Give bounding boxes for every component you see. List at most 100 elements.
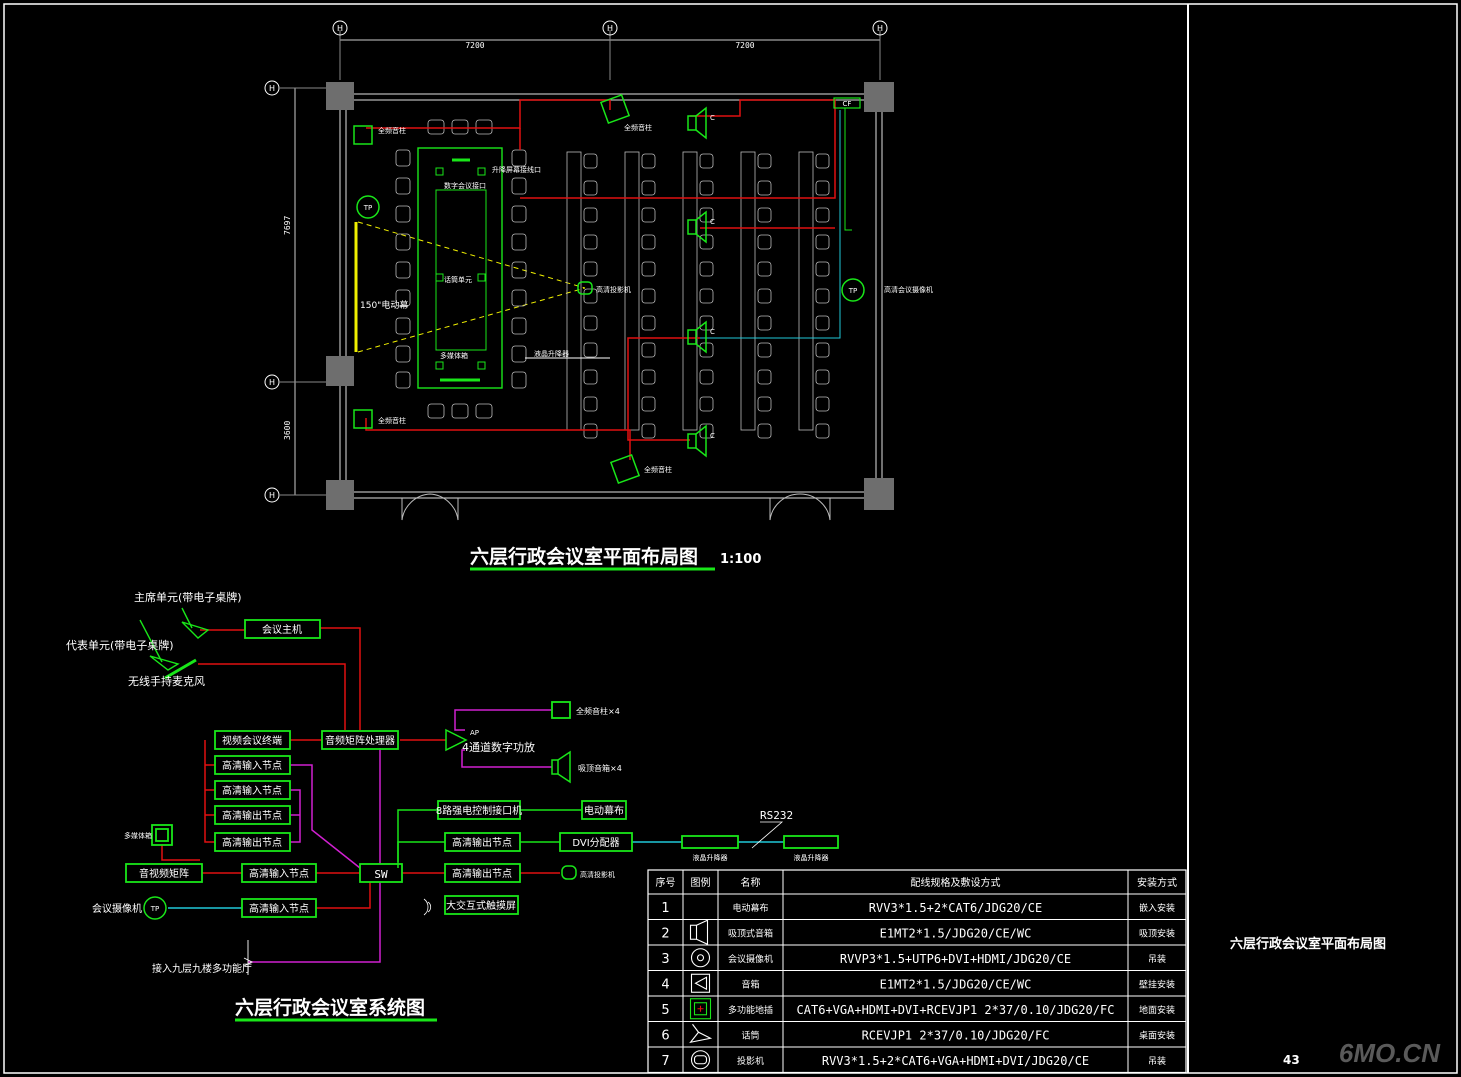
grid-label: H	[337, 24, 343, 33]
audio-matrix-label: 音频矩阵处理器	[325, 734, 395, 747]
floor-box-label: 多媒体箱	[124, 831, 152, 840]
legend-row-install: 地面安装	[1139, 1004, 1175, 1016]
dim-text: 7200	[465, 41, 484, 50]
wireless-icon	[423, 898, 432, 916]
legend-row-install: 壁挂安装	[1139, 978, 1175, 990]
ninth-floor-label: 接入九层九楼多功能厅	[152, 962, 252, 975]
speaker-label: 全频音柱	[624, 123, 652, 132]
legend-symbol-icon	[689, 1023, 713, 1044]
floor-plan-title: 六层行政会议室平面布局图	[470, 545, 698, 568]
dim-text: 7200	[735, 41, 754, 50]
table-inner	[435, 189, 487, 351]
speaker-label: 全频音柱	[644, 465, 672, 474]
legend-row-install: 吸顶安装	[1139, 927, 1175, 939]
hd-in-label: 高清输入节点	[249, 867, 309, 880]
svg-text:TP: TP	[848, 287, 858, 295]
dvi-split-label: DVI分配器	[572, 837, 619, 849]
legend-row-spec: RVV3*1.5+2*CAT6+VGA+HDMI+DVI/JDG20/CE	[822, 1054, 1089, 1068]
lcd-lift-label: 液晶升降器	[794, 853, 829, 862]
legend-row-spec: E1MT2*1.5/JDG20/CE/WC	[880, 926, 1032, 940]
svg-text:TP: TP	[363, 204, 373, 212]
grid-label: H	[269, 84, 275, 93]
cable-green	[844, 108, 852, 231]
grid-label: H	[269, 378, 275, 387]
legend-symbol-icon	[689, 919, 709, 946]
floor-box-label: 多媒体箱	[440, 351, 468, 360]
motor-screen-label: 电动幕布	[584, 804, 624, 817]
ceiling-speaker-label: 吸顶音箱×4	[578, 763, 622, 773]
hd-out-label: 高清输出节点	[222, 809, 282, 822]
wall-speaker-icon	[609, 453, 641, 485]
column	[864, 478, 894, 510]
legend-header: 名称	[741, 876, 761, 889]
legend-row-name: 音箱	[741, 978, 759, 990]
hd-in-label: 高清输入节点	[249, 902, 309, 915]
cf-label: CF	[843, 100, 852, 108]
legend-header: 图例	[691, 876, 711, 889]
legend-header: 安装方式	[1137, 876, 1177, 889]
speaker-label: 全频音柱	[378, 416, 406, 425]
audience-chairs	[583, 153, 830, 439]
camera-label: 高清会议摄像机	[884, 285, 933, 294]
projection-beam	[357, 287, 586, 353]
legend-symbol-icon	[690, 973, 711, 993]
legend-row-no: 7	[661, 1054, 669, 1069]
conf-host-label: 会议主机	[262, 623, 302, 636]
switch-label: SW	[374, 868, 388, 881]
legend-row-spec: RVVP3*1.5+UTP6+DVI+HDMI/JDG20/CE	[840, 952, 1071, 966]
legend-row-name: 电动幕布	[732, 902, 768, 914]
system-diagram: 主席单元(带电子桌牌) 代表单元(带电子桌牌) 无线手持麦克风 会议主机 音频矩…	[66, 590, 839, 1022]
legend-row-install: 吊装	[1148, 1055, 1166, 1067]
relay-label: 8路强电控制接口机	[436, 804, 522, 817]
svg-text:TP: TP	[150, 905, 160, 913]
speaker-tag: C	[710, 218, 715, 226]
full-range-label: 全频音柱×4	[576, 706, 620, 716]
legend-row-no: 4	[661, 977, 669, 992]
room-wall-inner	[345, 99, 877, 493]
amp-tag: AP	[470, 729, 479, 737]
av-matrix-label: 音视频矩阵	[139, 867, 189, 880]
column	[326, 356, 354, 386]
legend-row-name: 投影机	[737, 1055, 764, 1067]
column	[326, 480, 354, 510]
drawing-name: 六层行政会议室平面布局图	[1230, 936, 1386, 952]
mic-unit-label: 话筒单元	[444, 275, 472, 284]
legend-table: 序号 图例 名称 配线规格及敷设方式 安装方式 1 电动幕布 RVV3*1.5+2*CAT6/…	[647, 869, 1187, 1074]
column	[864, 82, 894, 112]
legend-row-name: 吸顶式音箱	[728, 927, 773, 939]
legend-row-no: 5	[661, 1003, 669, 1018]
legend-row-install: 嵌入安装	[1139, 902, 1175, 914]
legend-header: 配线规格及敷设方式	[911, 876, 1001, 889]
legend-row-install: 桌面安装	[1139, 1029, 1175, 1041]
chair-unit-label: 主席单元(带电子桌牌)	[134, 590, 242, 604]
speaker-label: 全频音柱	[378, 126, 406, 135]
legend-row-no: 6	[661, 1028, 669, 1043]
grid-label: H	[607, 24, 613, 33]
projector-icon	[561, 865, 577, 880]
ceiling-speaker-icon	[551, 750, 571, 784]
speaker-tag: C	[710, 114, 715, 122]
cable-cyan	[700, 110, 841, 339]
legend-row-name: 话筒	[741, 1029, 759, 1041]
desk-interface-label: 数字会议接口	[444, 181, 486, 190]
system-title: 六层行政会议室系统图	[235, 996, 425, 1019]
legend-row-no: 2	[661, 926, 669, 941]
legend-row-spec: CAT6+VGA+HDMI+DVI+RCEVJP1 2*37/0.10/JDG2…	[797, 1003, 1115, 1017]
hd-out-label: 高清输出节点	[452, 867, 512, 880]
wall-speaker-icon	[599, 93, 631, 125]
watermark: 6MO.CN	[1339, 1038, 1441, 1068]
wall-speaker-icon	[353, 409, 373, 429]
hd-out-label: 高清输出节点	[222, 836, 282, 849]
lcd-lift-label: 液晶升降器	[534, 349, 569, 358]
page-number: 43	[1283, 1053, 1300, 1067]
grid-label: H	[877, 24, 883, 33]
drawing-canvas: H H H 7200 7200 H H H 7697 3600 150"电动幕	[3, 3, 1458, 1074]
projector-label: 高清投影机	[580, 870, 615, 879]
delegate-unit-label: 代表单元(带电子桌牌)	[66, 638, 174, 652]
legend-symbol-icon	[690, 1050, 711, 1070]
speaker-tag: C	[710, 432, 715, 440]
column	[326, 82, 354, 110]
legend-row-name: 多功能地插	[728, 1004, 773, 1016]
room-wall-outer	[339, 93, 883, 499]
legend-row-no: 1	[661, 901, 669, 916]
